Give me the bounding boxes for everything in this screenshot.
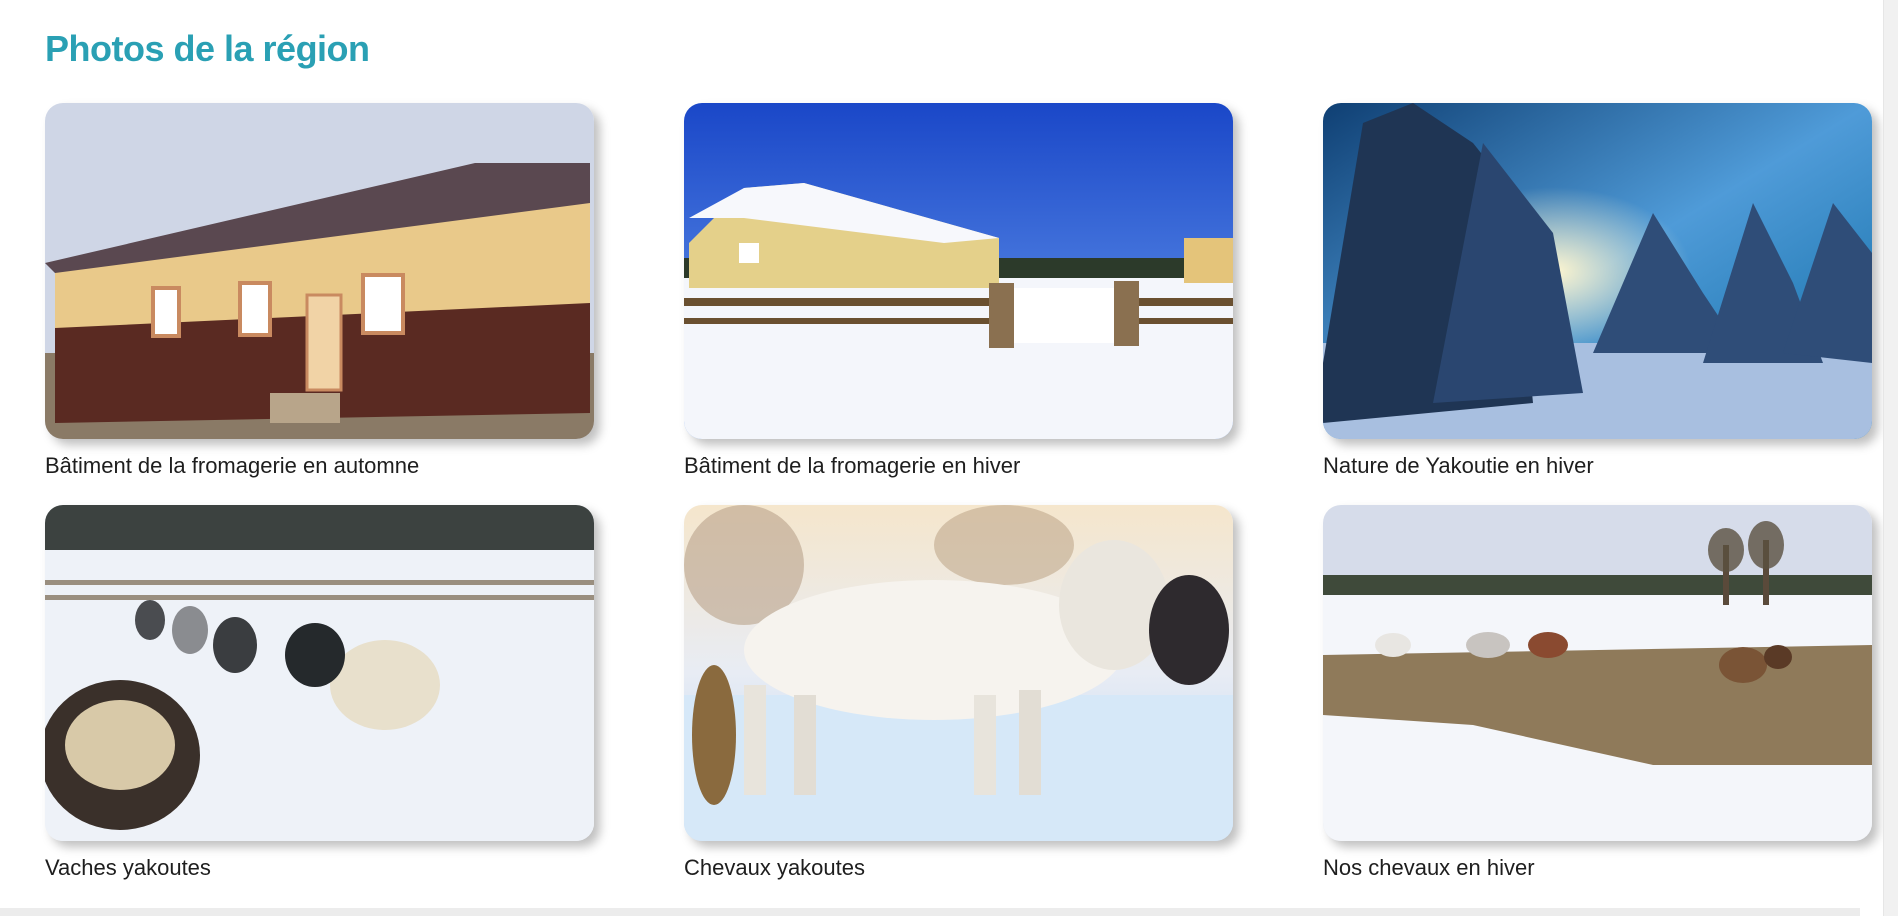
building-autumn-photo[interactable] xyxy=(45,103,594,439)
section-title: Photos de la région xyxy=(45,28,370,69)
cows-photo[interactable] xyxy=(45,505,594,841)
photo-caption: Bâtiment de la fromagerie en automne xyxy=(45,453,420,478)
horses-field-photo[interactable] xyxy=(1323,505,1872,841)
photo-card-yakut-horses[interactable]: Chevaux yakoutes xyxy=(684,505,1233,881)
photo-caption: Bâtiment de la fromagerie en hiver xyxy=(684,453,1021,478)
photo-card-yakutia-nature[interactable]: Nature de Yakoutie en hiver xyxy=(1323,103,1872,479)
vertical-scrollbar[interactable] xyxy=(1883,0,1898,916)
photo-card-fromagerie-autumn[interactable]: Bâtiment de la fromagerie en automne xyxy=(45,103,594,479)
photo-caption: Vaches yakoutes xyxy=(45,855,211,880)
photo-card-yakut-cows[interactable]: Vaches yakoutes xyxy=(45,505,594,881)
photo-caption: Chevaux yakoutes xyxy=(684,855,865,880)
snowy-forest-photo[interactable] xyxy=(1323,103,1872,439)
photo-caption: Nos chevaux en hiver xyxy=(1323,855,1535,880)
photo-card-fromagerie-winter[interactable]: Bâtiment de la fromagerie en hiver xyxy=(684,103,1233,479)
photo-card-our-horses-winter[interactable]: Nos chevaux en hiver xyxy=(1323,505,1872,881)
building-winter-photo[interactable] xyxy=(684,103,1233,439)
horse-photo[interactable] xyxy=(684,505,1233,841)
photo-caption: Nature de Yakoutie en hiver xyxy=(1323,453,1594,478)
horizontal-scrollbar[interactable] xyxy=(0,908,1860,916)
